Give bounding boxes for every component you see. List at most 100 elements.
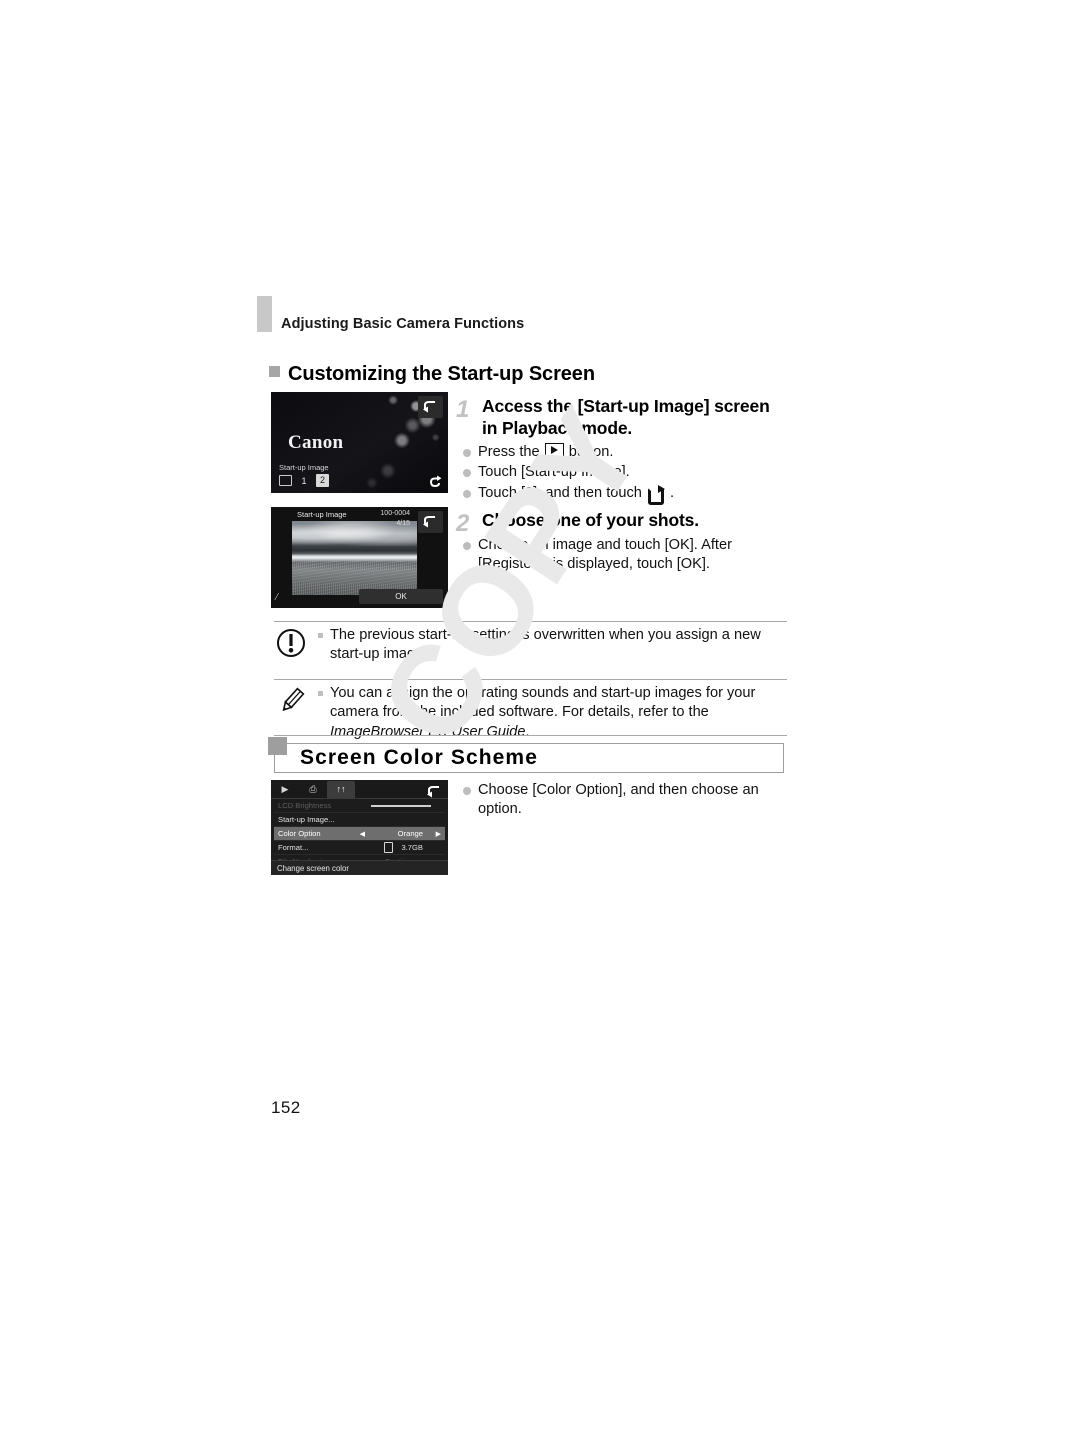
startup-image-options: 1 2 — [279, 474, 329, 487]
bullet-text-pre: Press the — [478, 444, 544, 460]
bullet-dot-icon — [463, 787, 471, 795]
chevron-left-icon: ◀ — [359, 830, 365, 838]
menu-footer-hint: Change screen color — [271, 860, 448, 875]
image-thumbnail-icon — [279, 475, 292, 486]
menu-row-color-option: Color Option ◀ Orange ▶ — [274, 827, 445, 841]
page-number: 152 — [271, 1098, 301, 1117]
menu-row-lcd-brightness: LCD Brightness — [274, 799, 445, 813]
camera-screenshot-settings-menu: ▶ ⎙ ↑↑ LCD Brightness Start-up Image... … — [271, 780, 448, 875]
note-pencil-glyph — [282, 687, 305, 712]
playback-tab-icon: ▶ — [281, 783, 289, 794]
notice-divider — [274, 735, 787, 736]
notice-divider — [274, 621, 787, 622]
note-text-part-1: You can assign the operating sounds and … — [330, 685, 756, 721]
notice-divider — [274, 679, 787, 680]
menu-row-value: Orange — [397, 829, 423, 838]
back-arrow-icon — [418, 396, 443, 418]
step-title-1-line2: in Playback mode. — [482, 418, 633, 439]
camera-screenshot-image-chooser: Start-up Image 100-0004 4/15 / OK — [271, 507, 448, 608]
bullet-text: Touch [Start-up Image]. — [478, 464, 630, 481]
notice-bullet-icon — [318, 691, 323, 696]
chooser-file-number: 100-0004 — [380, 510, 410, 517]
caution-icon — [274, 626, 318, 665]
note-text-part-3: . — [525, 723, 530, 740]
caution-notice: The previous start-up setting is overwri… — [274, 626, 787, 665]
list-item: Choose [Color Option], and then choose a… — [463, 781, 783, 820]
bullet-dot-icon — [463, 469, 471, 478]
print-tab-icon: ⎙ — [309, 783, 317, 794]
startup-image-label: Start-up Image — [279, 463, 329, 472]
list-item: Choose an image and touch [OK]. After [R… — [463, 536, 783, 575]
menu-row-label: Color Option — [278, 829, 321, 838]
chooser-title: Start-up Image — [297, 510, 347, 519]
camera-screenshot-startup-image: Canon Start-up Image 1 2 — [271, 392, 448, 493]
canon-logo: Canon — [288, 432, 344, 453]
note-notice-body: You can assign the operating sounds and … — [318, 684, 787, 742]
ok-button: OK — [359, 589, 443, 604]
bullet-dot-icon — [463, 489, 471, 498]
heading-square-marker — [269, 366, 280, 377]
step-1-bullets: Press the button. Touch [Start-up Image]… — [463, 443, 793, 505]
menu-row-label: Start-up Image... — [278, 815, 335, 824]
running-header-title: Adjusting Basic Camera Functions — [281, 316, 525, 332]
bullet-text: Choose an image and touch [OK]. After [R… — [478, 537, 732, 573]
back-arrow-glyph — [423, 516, 435, 528]
menu-row-label: LCD Brightness — [278, 801, 332, 810]
list-item: Touch [Start-up Image]. — [463, 463, 793, 482]
bullet-text: Press the button. — [478, 443, 793, 462]
brightness-slider — [371, 804, 431, 807]
note-notice: You can assign the operating sounds and … — [274, 684, 787, 742]
note-text-italic: ImageBrowser EX User Guide — [330, 723, 526, 740]
note-pencil-icon — [274, 684, 318, 723]
caution-icon-glyph — [277, 629, 305, 657]
notice-bullet-icon — [318, 633, 323, 638]
section-heading-color-scheme: Screen Color Scheme — [300, 746, 538, 769]
back-arrow-glyph — [427, 786, 439, 798]
playback-button-icon — [544, 443, 564, 457]
chevron-right-icon: ▶ — [435, 830, 441, 838]
color-scheme-bullets: Choose [Color Option], and then choose a… — [463, 781, 783, 821]
menu-row-format: Format... 3.7GB — [274, 841, 445, 855]
section-heading-label: Customizing the Start-up Screen — [288, 363, 595, 385]
menu-tab-strip: ▶ ⎙ ↑↑ — [271, 780, 448, 799]
list-item: Press the button. — [463, 443, 793, 462]
section-heading-customizing: Customizing the Start-up Screen — [269, 363, 595, 386]
menu-row-label: Format... — [278, 843, 309, 852]
step-number-1: 1 — [456, 396, 470, 423]
bullet-text-pre: Touch [2], and then touch — [478, 484, 646, 501]
manual-page: Adjusting Basic Camera Functions Customi… — [0, 0, 1080, 1436]
section-flag-marker — [268, 737, 287, 755]
menu-row-startup-image: Start-up Image... — [274, 813, 445, 827]
caution-notice-text: The previous start-up setting is overwri… — [330, 627, 761, 663]
note-notice-text: You can assign the operating sounds and … — [330, 684, 787, 742]
bullet-dot-icon — [463, 449, 471, 457]
bullet-text: Touch [2], and then touch . — [478, 484, 793, 505]
step-2-bullets: Choose an image and touch [OK]. After [R… — [463, 536, 783, 576]
bullet-text: Choose [Color Option], and then choose a… — [478, 782, 759, 818]
back-arrow-icon — [418, 511, 443, 533]
step-title-1-line1: Access the [Start-up Image] screen — [482, 396, 770, 416]
register-image-icon — [647, 484, 665, 505]
step-title-1: Access the [Start-up Image] screen in Pl… — [482, 395, 792, 440]
header-accent-bar — [257, 296, 272, 332]
menu-row-value: 3.7GB — [401, 843, 423, 852]
startup-option-2-selected: 2 — [316, 474, 329, 487]
bullet-text-post: button. — [564, 444, 614, 460]
bullet-text-post: . — [665, 484, 675, 501]
caution-notice-body: The previous start-up setting is overwri… — [318, 626, 787, 665]
back-arrow-glyph — [423, 401, 435, 413]
memory-card-icon — [384, 842, 393, 853]
bullet-dot-icon — [463, 542, 471, 550]
register-image-icon — [428, 474, 443, 488]
back-arrow-icon — [422, 781, 444, 798]
settings-tab-icon: ↑↑ — [327, 780, 355, 798]
selection-mark-icon: / — [275, 591, 279, 603]
list-item: Touch [2], and then touch . — [463, 484, 793, 505]
register-image-glyph — [429, 475, 442, 488]
step-title-2: Choose one of your shots. — [482, 510, 699, 530]
chooser-counter: 4/15 — [396, 520, 410, 527]
sample-photo — [292, 521, 417, 595]
menu-rows: LCD Brightness Start-up Image... Color O… — [274, 799, 445, 869]
startup-option-1: 1 — [301, 475, 307, 486]
step-number-2: 2 — [456, 510, 470, 537]
